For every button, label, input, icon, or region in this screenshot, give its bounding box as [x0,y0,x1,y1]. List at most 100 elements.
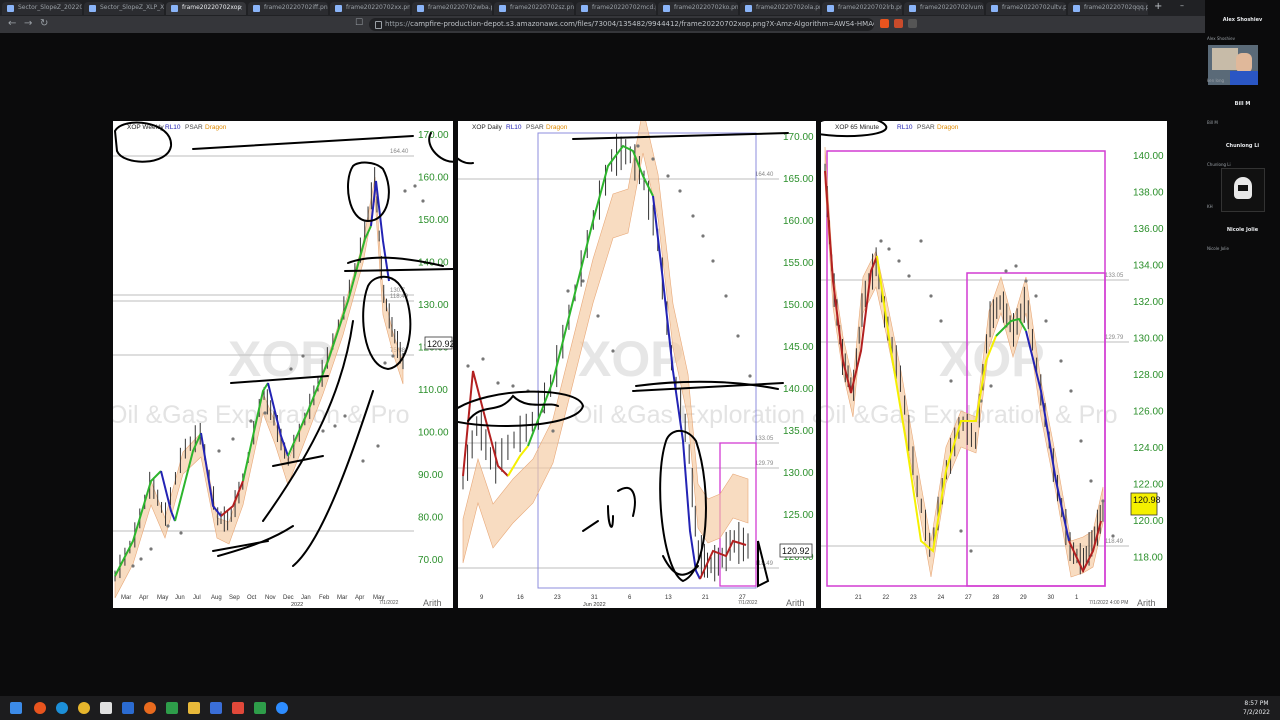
firefox-icon[interactable] [144,702,156,714]
psar-dot [581,279,585,283]
psar-dot [343,414,347,418]
browser-tab[interactable]: frame20220702wba.png [412,2,492,15]
y-axis-tick-label: 160.00 [418,173,449,184]
x-axis-tick-label: Mar [121,595,131,601]
clock-time: 8:57 PM [1244,700,1269,707]
zoom-icon[interactable] [276,702,288,714]
participant-name: Chunlong Li [1225,143,1260,149]
last-price-label: 120.98 [1133,495,1161,505]
browser-tab[interactable]: frame20220702ola.png [740,2,820,15]
samurai-avatar [1221,168,1265,212]
psar-dot [321,429,325,433]
browser-tab[interactable]: frame20220702qqq.png [1068,2,1148,15]
browser-tab[interactable]: frame20220702ultv.png [986,2,1066,15]
chart-dragon-label: Dragon [205,124,227,131]
browser-tab[interactable]: frame20220702iff.png [248,2,328,15]
file-explorer-icon[interactable] [188,702,200,714]
browser-tab[interactable]: frame20220702lrb.png [822,2,902,15]
x-axis-tick-label: 30 [1048,595,1055,601]
participant-sub: KH [1207,204,1213,209]
trading-app-2-icon[interactable] [254,702,266,714]
tab-label: frame20220702ko.png [674,4,738,11]
system-clock: 8:57 PM 7/2/2022 [1243,699,1270,717]
browser-tab[interactable]: frame20220702xx.png [330,2,410,15]
chart-scale-label: Arith [786,598,805,608]
y-axis-tick-label: 150.00 [783,300,814,311]
browser-tab[interactable]: Sector_SlopeZ_XLP_XLY [84,2,164,15]
tab-favicon-icon [335,5,342,12]
y-axis-tick-label: 155.00 [783,258,814,269]
psar-dot [466,364,470,368]
chrome-browser-icon[interactable] [78,702,90,714]
start-icon[interactable] [10,702,22,714]
y-axis-tick-label: 132.00 [1133,297,1164,308]
extensions-puzzle-icon[interactable] [908,19,917,28]
tab-label: frame20220702qqq.png [1084,4,1148,11]
psar-dot [989,384,993,388]
psar-dot [481,357,485,361]
forward-icon[interactable]: → [24,18,32,29]
chart-psar-label: PSAR [185,124,203,131]
bookmark-icon[interactable]: ☐ [355,18,363,28]
tab-label: frame20220702sz.png [510,4,574,11]
x-axis-tick-label: 21 [855,595,862,601]
address-bar[interactable]: https://campfire-production-depot.s3.ama… [369,18,874,31]
extension-icon[interactable] [894,19,903,28]
chart-scale-label: Arith [1137,598,1156,608]
y-axis-tick-label: 100.00 [418,428,449,439]
psar-dot [413,184,417,188]
browser-tab[interactable]: frame20220702mcd.png [576,2,656,15]
browser-tab[interactable]: frame20220702sz.png [494,2,574,15]
psar-dot [1014,264,1018,268]
browser-tab[interactable]: frame20220702ko.png [658,2,738,15]
psar-dot [969,549,973,553]
notepad-icon[interactable] [100,702,112,714]
psar-dot [1079,439,1083,443]
chart-date-label: 7/1/2022 [738,600,758,606]
pen-annotation [607,505,614,528]
brave-browser-icon[interactable] [34,702,46,714]
minimize-icon[interactable]: – [1180,1,1184,10]
trading-app-icon[interactable] [166,702,178,714]
browser-tab[interactable]: Sector_SlopeZ_2022070 [2,2,82,15]
psar-dot [333,424,337,428]
x-axis-tick-label: Feb [319,595,330,601]
psar-dot [139,557,143,561]
chart-header: XOP Daily [472,124,503,131]
tab-favicon-icon [745,5,752,12]
brave-shield-icon[interactable] [880,19,889,28]
reference-line-label: 133.05 [755,436,774,442]
psar-dot [166,524,170,528]
tab-label: frame20220702lvum.png [920,4,984,11]
chart-rl-label: RL10 [165,124,181,131]
browser-tab[interactable]: frame20220702lvum.png [904,2,984,15]
participant-name: Nicole Jolie [1226,227,1259,233]
y-axis-tick-label: 128.00 [1133,370,1164,381]
x-axis-tick-label: 21 [702,595,709,601]
reload-icon[interactable]: ↻ [40,18,48,29]
close-tab-icon[interactable]: × [237,2,243,14]
back-icon[interactable]: ← [8,18,16,29]
psar-dot [131,564,135,568]
participant-sub: Nicole Jolie [1207,246,1229,251]
pen-annotation [458,157,474,165]
psar-dot [678,189,682,193]
psar-dot [748,374,752,378]
edge-browser-icon[interactable] [56,702,68,714]
url-text: campfire-production-depot.s3.amazonaws.c… [410,20,874,28]
s-app-red-icon[interactable] [232,702,244,714]
dragon-band [114,176,404,599]
psar-dot [421,199,425,203]
tab-favicon-icon [827,5,834,12]
new-tab-button[interactable]: + [1154,1,1162,12]
last-price-label: 120.92 [782,546,810,556]
chart-scale-label: Arith [423,598,442,608]
x-axis-tick-label: 22 [883,595,890,601]
s-app-icon[interactable] [210,702,222,714]
x-axis-tick-label: Apr [355,595,364,601]
word-icon[interactable] [122,702,134,714]
chart-watermark: XOP [578,331,684,387]
psar-dot [149,547,153,551]
url-scheme: https:// [385,20,411,28]
browser-tab[interactable]: frame20220702xop × [166,2,246,15]
